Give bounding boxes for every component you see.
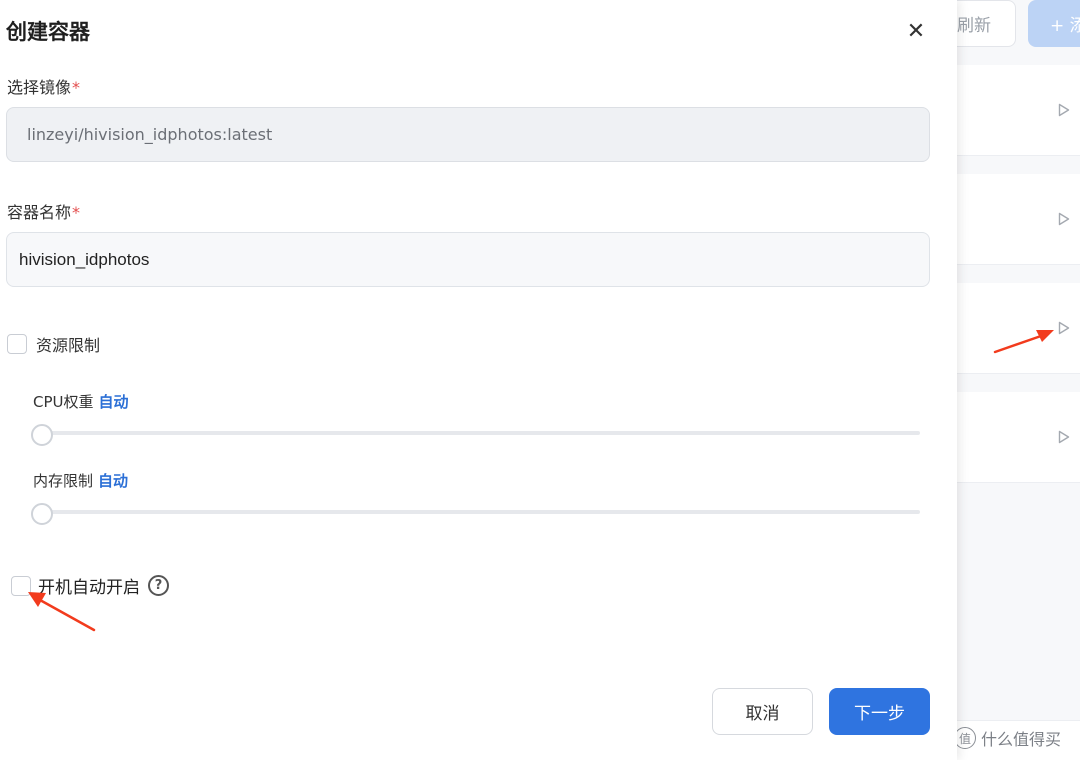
zhi-logo-icon: 值 (954, 727, 976, 749)
image-label: 选择镜像* (7, 74, 80, 98)
image-value: linzeyi/hivision_idphotos:latest (27, 125, 273, 144)
watermark: 值 什么值得买 (954, 726, 1061, 750)
memory-limit-text: 内存限制 (33, 472, 94, 490)
name-label: 容器名称* (7, 199, 80, 223)
required-mark: * (72, 203, 81, 222)
cpu-weight-label: CPU权重 自动 (33, 391, 129, 412)
container-name-input[interactable] (19, 249, 929, 270)
play-triangle-icon[interactable] (1058, 430, 1070, 444)
create-label: + 添 (1050, 16, 1080, 36)
resource-limit-checkbox[interactable] (7, 334, 27, 354)
memory-slider-thumb[interactable] (31, 503, 53, 525)
close-icon[interactable]: ✕ (904, 20, 928, 44)
container-name-field[interactable] (6, 232, 930, 287)
question-circle-icon[interactable]: ? (148, 575, 169, 596)
play-triangle-icon[interactable] (1058, 212, 1070, 226)
play-triangle-icon[interactable] (1058, 103, 1070, 117)
cpu-slider-track[interactable] (36, 431, 920, 435)
autostart-label: 开机自动开启 (38, 578, 140, 598)
image-field: linzeyi/hivision_idphotos:latest (6, 107, 930, 162)
refresh-label: 刷新 (957, 16, 991, 36)
memory-auto-value: 自动 (98, 472, 129, 490)
autostart-checkbox[interactable] (11, 575, 31, 596)
resource-limit-row[interactable]: 资源限制 (7, 332, 100, 356)
play-triangle-icon[interactable] (1058, 321, 1070, 335)
create-button[interactable]: + 添 (1028, 0, 1080, 47)
next-step-button[interactable]: 下一步 (829, 688, 930, 735)
resource-limit-label: 资源限制 (36, 336, 101, 355)
dialog-title: 创建容器 (6, 20, 90, 44)
autostart-row[interactable]: 开机自动开启 ? (11, 573, 169, 598)
name-label-text: 容器名称 (7, 203, 72, 222)
image-label-text: 选择镜像 (7, 78, 72, 97)
cancel-button[interactable]: 取消 (712, 688, 813, 735)
memory-limit-label: 内存限制 自动 (33, 470, 128, 491)
cpu-weight-text: CPU权重 (33, 393, 94, 411)
cpu-slider-thumb[interactable] (31, 424, 53, 446)
required-mark: * (72, 78, 81, 97)
create-container-dialog: 创建容器 ✕ 选择镜像* linzeyi/hivision_idphotos:l… (0, 0, 957, 760)
watermark-text: 什么值得买 (981, 730, 1062, 749)
cpu-auto-value: 自动 (98, 393, 129, 411)
memory-slider-track[interactable] (36, 510, 920, 514)
